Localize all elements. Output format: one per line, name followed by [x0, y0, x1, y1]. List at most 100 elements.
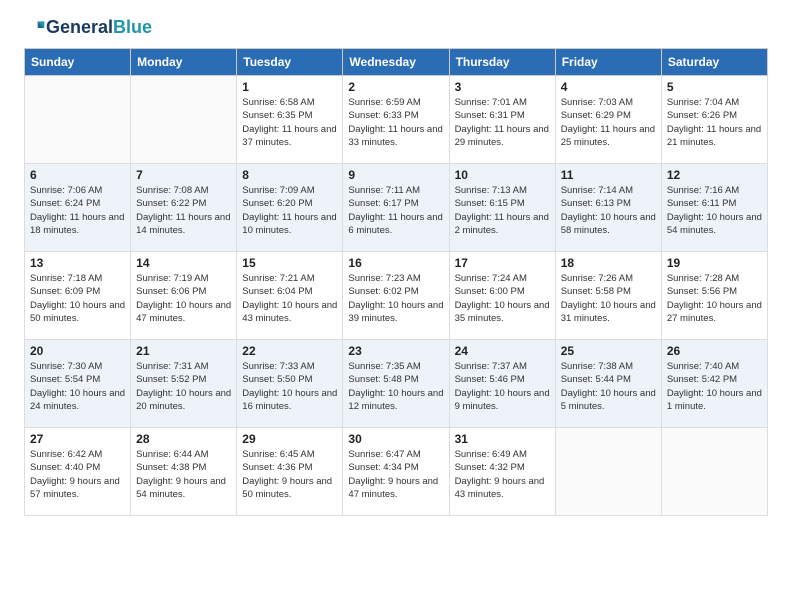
calendar-cell: 12Sunrise: 7:16 AM Sunset: 6:11 PM Dayli…	[661, 164, 767, 252]
day-number: 11	[561, 168, 656, 182]
day-header-sunday: Sunday	[25, 49, 131, 76]
day-header-friday: Friday	[555, 49, 661, 76]
day-info: Sunrise: 7:21 AM Sunset: 6:04 PM Dayligh…	[242, 272, 337, 325]
day-info: Sunrise: 6:58 AM Sunset: 6:35 PM Dayligh…	[242, 96, 337, 149]
calendar-table: SundayMondayTuesdayWednesdayThursdayFrid…	[24, 48, 768, 516]
calendar-cell: 21Sunrise: 7:31 AM Sunset: 5:52 PM Dayli…	[131, 340, 237, 428]
day-number: 27	[30, 432, 125, 446]
day-number: 23	[348, 344, 443, 358]
calendar-cell: 17Sunrise: 7:24 AM Sunset: 6:00 PM Dayli…	[449, 252, 555, 340]
day-number: 25	[561, 344, 656, 358]
day-number: 17	[455, 256, 550, 270]
calendar-cell: 4Sunrise: 7:03 AM Sunset: 6:29 PM Daylig…	[555, 76, 661, 164]
calendar-cell: 15 Sunrise: 7:21 AM Sunset: 6:04 PM Dayli…	[237, 252, 343, 340]
day-info: Sunrise: 7:26 AM Sunset: 5:58 PM Dayligh…	[561, 272, 656, 325]
day-number: 16	[348, 256, 443, 270]
logo-text: GeneralBlue	[46, 18, 152, 38]
calendar-cell: 7Sunrise: 7:08 AM Sunset: 6:22 PM Daylig…	[131, 164, 237, 252]
calendar-cell	[661, 428, 767, 516]
day-number: 3	[455, 80, 550, 94]
calendar-cell	[555, 428, 661, 516]
day-info: Sunrise: 6:47 AM Sunset: 4:34 PM Dayligh…	[348, 448, 443, 501]
day-number: 29	[242, 432, 337, 446]
calendar-cell: 11 Sunrise: 7:14 AM Sunset: 6:13 PM Dayli…	[555, 164, 661, 252]
day-header-tuesday: Tuesday	[237, 49, 343, 76]
calendar-cell: 5 Sunrise: 7:04 AM Sunset: 6:26 PM Daylig…	[661, 76, 767, 164]
calendar-cell: 31 Sunrise: 6:49 AM Sunset: 4:32 PM Dayli…	[449, 428, 555, 516]
day-number: 12	[667, 168, 762, 182]
calendar-cell: 14 Sunrise: 7:19 AM Sunset: 6:06 PM Dayli…	[131, 252, 237, 340]
logo-icon	[26, 18, 46, 38]
day-number: 26	[667, 344, 762, 358]
day-info: Sunrise: 7:18 AM Sunset: 6:09 PM Dayligh…	[30, 272, 125, 325]
day-number: 28	[136, 432, 231, 446]
day-info: Sunrise: 7:38 AM Sunset: 5:44 PM Dayligh…	[561, 360, 656, 413]
day-info: Sunrise: 7:01 AM Sunset: 6:31 PM Dayligh…	[455, 96, 550, 149]
day-info: Sunrise: 7:19 AM Sunset: 6:06 PM Dayligh…	[136, 272, 231, 325]
day-info: Sunrise: 7:35 AM Sunset: 5:48 PM Dayligh…	[348, 360, 443, 413]
calendar-cell: 22 Sunrise: 7:33 AM Sunset: 5:50 PM Dayli…	[237, 340, 343, 428]
day-number: 8	[242, 168, 337, 182]
calendar-header-row: SundayMondayTuesdayWednesdayThursdayFrid…	[25, 49, 768, 76]
calendar-week-row: 13Sunrise: 7:18 AM Sunset: 6:09 PM Dayli…	[25, 252, 768, 340]
calendar-cell: 19Sunrise: 7:28 AM Sunset: 5:56 PM Dayli…	[661, 252, 767, 340]
calendar-cell: 1 Sunrise: 6:58 AM Sunset: 6:35 PM Daylig…	[237, 76, 343, 164]
day-number: 1	[242, 80, 337, 94]
day-info: Sunrise: 7:11 AM Sunset: 6:17 PM Dayligh…	[348, 184, 443, 237]
calendar-cell: 10 Sunrise: 7:13 AM Sunset: 6:15 PM Dayli…	[449, 164, 555, 252]
day-header-thursday: Thursday	[449, 49, 555, 76]
day-number: 2	[348, 80, 443, 94]
day-info: Sunrise: 7:31 AM Sunset: 5:52 PM Dayligh…	[136, 360, 231, 413]
calendar-cell: 6 Sunrise: 7:06 AM Sunset: 6:24 PM Daylig…	[25, 164, 131, 252]
day-number: 20	[30, 344, 125, 358]
day-number: 9	[348, 168, 443, 182]
day-number: 30	[348, 432, 443, 446]
calendar-cell: 27 Sunrise: 6:42 AM Sunset: 4:40 PM Dayli…	[25, 428, 131, 516]
calendar-cell: 23 Sunrise: 7:35 AM Sunset: 5:48 PM Dayli…	[343, 340, 449, 428]
calendar-cell: 30 Sunrise: 6:47 AM Sunset: 4:34 PM Dayli…	[343, 428, 449, 516]
calendar-week-row: 1 Sunrise: 6:58 AM Sunset: 6:35 PM Daylig…	[25, 76, 768, 164]
day-number: 14	[136, 256, 231, 270]
day-number: 5	[667, 80, 762, 94]
day-info: Sunrise: 7:14 AM Sunset: 6:13 PM Dayligh…	[561, 184, 656, 237]
day-number: 18	[561, 256, 656, 270]
calendar-week-row: 6 Sunrise: 7:06 AM Sunset: 6:24 PM Daylig…	[25, 164, 768, 252]
day-number: 22	[242, 344, 337, 358]
day-number: 4	[561, 80, 656, 94]
day-info: Sunrise: 7:06 AM Sunset: 6:24 PM Dayligh…	[30, 184, 125, 237]
page-header: GeneralBlue	[0, 0, 792, 48]
day-info: Sunrise: 7:04 AM Sunset: 6:26 PM Dayligh…	[667, 96, 762, 149]
day-info: Sunrise: 7:33 AM Sunset: 5:50 PM Dayligh…	[242, 360, 337, 413]
day-info: Sunrise: 6:59 AM Sunset: 6:33 PM Dayligh…	[348, 96, 443, 149]
calendar-week-row: 27 Sunrise: 6:42 AM Sunset: 4:40 PM Dayli…	[25, 428, 768, 516]
calendar-cell: 24 Sunrise: 7:37 AM Sunset: 5:46 PM Dayli…	[449, 340, 555, 428]
calendar-wrapper: SundayMondayTuesdayWednesdayThursdayFrid…	[0, 48, 792, 528]
calendar-cell: 20Sunrise: 7:30 AM Sunset: 5:54 PM Dayli…	[25, 340, 131, 428]
calendar-cell	[25, 76, 131, 164]
day-info: Sunrise: 6:49 AM Sunset: 4:32 PM Dayligh…	[455, 448, 550, 501]
day-info: Sunrise: 7:13 AM Sunset: 6:15 PM Dayligh…	[455, 184, 550, 237]
calendar-week-row: 20Sunrise: 7:30 AM Sunset: 5:54 PM Dayli…	[25, 340, 768, 428]
calendar-cell: 18 Sunrise: 7:26 AM Sunset: 5:58 PM Dayli…	[555, 252, 661, 340]
calendar-cell: 29 Sunrise: 6:45 AM Sunset: 4:36 PM Dayli…	[237, 428, 343, 516]
day-header-saturday: Saturday	[661, 49, 767, 76]
day-number: 24	[455, 344, 550, 358]
day-number: 6	[30, 168, 125, 182]
calendar-cell: 9 Sunrise: 7:11 AM Sunset: 6:17 PM Daylig…	[343, 164, 449, 252]
calendar-cell: 25 Sunrise: 7:38 AM Sunset: 5:44 PM Dayli…	[555, 340, 661, 428]
day-number: 10	[455, 168, 550, 182]
day-number: 15	[242, 256, 337, 270]
day-info: Sunrise: 6:45 AM Sunset: 4:36 PM Dayligh…	[242, 448, 337, 501]
day-number: 31	[455, 432, 550, 446]
calendar-cell: 8Sunrise: 7:09 AM Sunset: 6:20 PM Daylig…	[237, 164, 343, 252]
calendar-cell: 3 Sunrise: 7:01 AM Sunset: 6:31 PM Daylig…	[449, 76, 555, 164]
calendar-cell	[131, 76, 237, 164]
day-header-wednesday: Wednesday	[343, 49, 449, 76]
day-info: Sunrise: 6:42 AM Sunset: 4:40 PM Dayligh…	[30, 448, 125, 501]
day-number: 19	[667, 256, 762, 270]
calendar-cell: 2 Sunrise: 6:59 AM Sunset: 6:33 PM Daylig…	[343, 76, 449, 164]
day-header-monday: Monday	[131, 49, 237, 76]
day-info: Sunrise: 7:37 AM Sunset: 5:46 PM Dayligh…	[455, 360, 550, 413]
calendar-cell: 13Sunrise: 7:18 AM Sunset: 6:09 PM Dayli…	[25, 252, 131, 340]
calendar-cell: 26Sunrise: 7:40 AM Sunset: 5:42 PM Dayli…	[661, 340, 767, 428]
